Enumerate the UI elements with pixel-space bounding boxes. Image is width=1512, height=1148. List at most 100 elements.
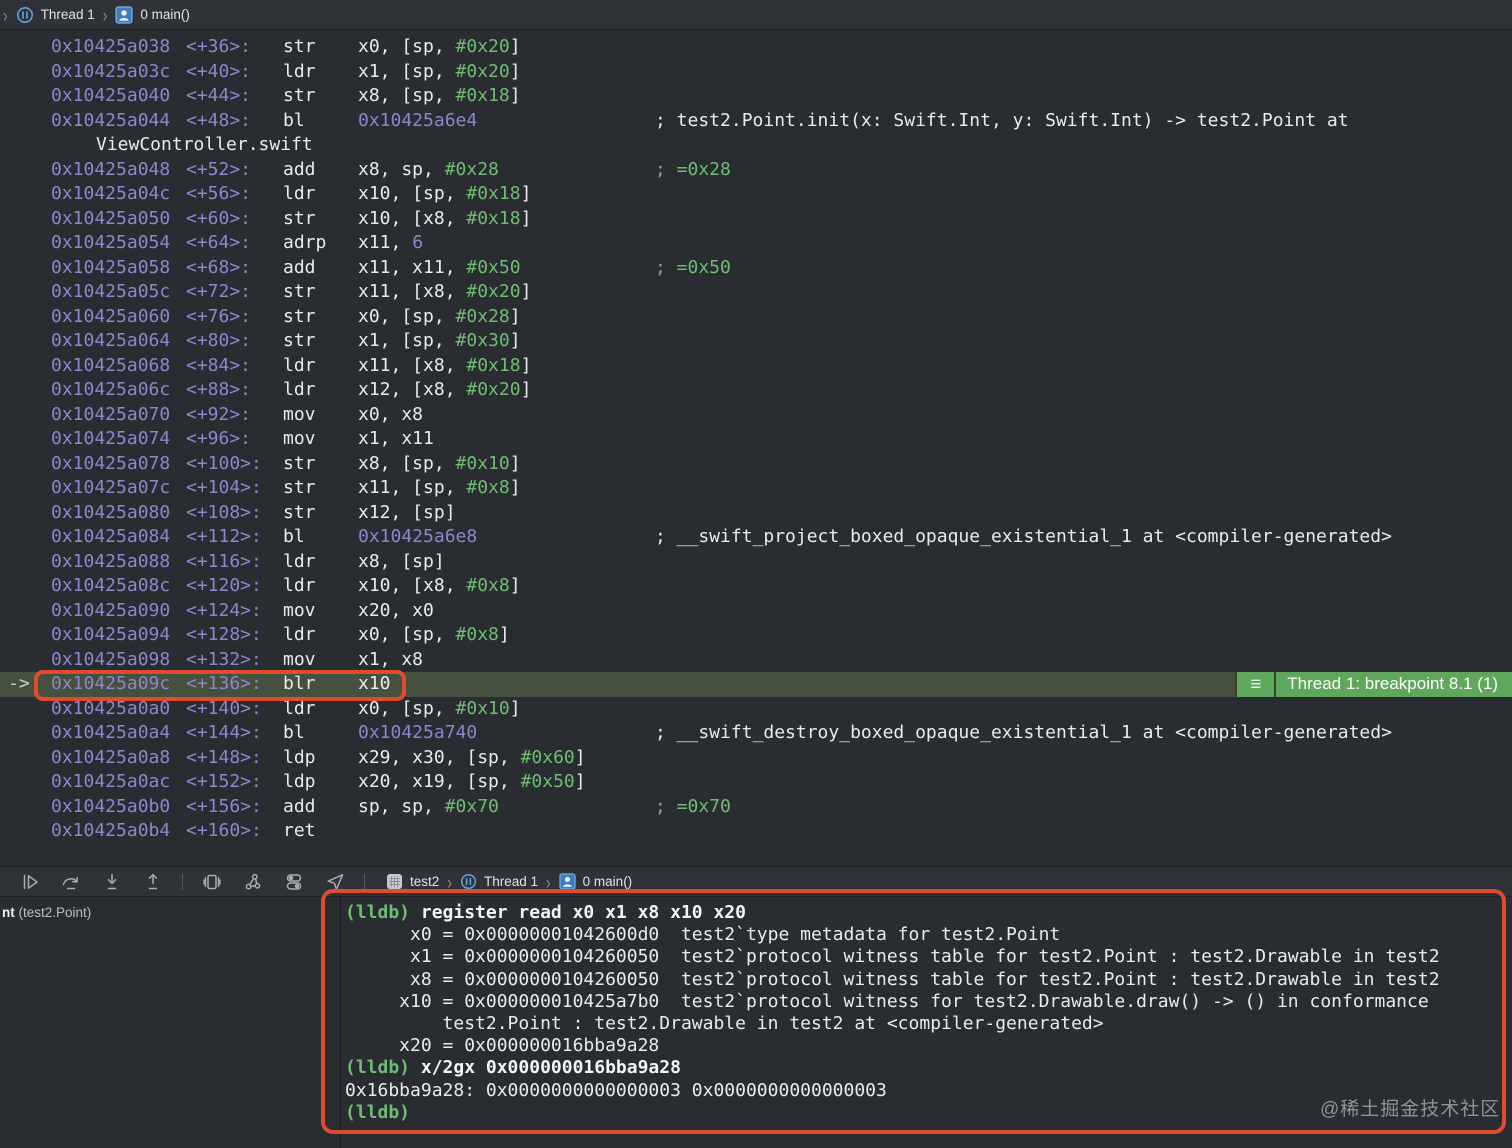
asm-line[interactable]: 0x10425a0ac <+152>: ldp x20, x19, [sp, #0x5… (0, 770, 1512, 795)
instruction-pointer-marker (0, 182, 51, 207)
instruction-pointer-marker (0, 697, 51, 722)
asm-offset: <+80>: (186, 330, 252, 351)
instruction-pointer-marker: -> (8, 673, 30, 694)
asm-line[interactable]: 0x10425a0b4 <+160>: ret (0, 819, 1512, 844)
asm-address: 0x10425a09c (51, 673, 171, 694)
lldb-prompt: (lldb) (345, 1057, 421, 1079)
asm-line[interactable]: 0x10425a050 <+60>: str x10, [x8, #0x18] (0, 207, 1512, 232)
asm-mnemonic: ldp (283, 746, 316, 768)
asm-address: 0x10425a054 (51, 232, 171, 253)
instruction-pointer-marker (0, 231, 51, 256)
asm-line[interactable]: 0x10425a080 <+108>: str x12, [sp] (0, 501, 1512, 526)
code-token: #0x60 (520, 746, 575, 768)
debug-crumb-thread[interactable]: Thread 1 (484, 874, 538, 889)
asm-comment (655, 207, 1512, 232)
asm-line[interactable]: 0x10425a08c <+120>: ldr x10, [x8, #0x8] (0, 574, 1512, 599)
code-token: x10, [x8, (358, 207, 467, 229)
asm-line[interactable]: 0x10425a0b0 <+156>: add sp, sp, #0x70; =0x7… (0, 795, 1512, 820)
step-out-icon[interactable] (141, 870, 165, 894)
variable-row[interactable]: nt (test2.Point) (0, 897, 340, 920)
asm-address: 0x10425a060 (51, 305, 171, 327)
asm-address: 0x10425a03c (51, 60, 171, 82)
code-token: x0, [sp, (358, 697, 456, 719)
asm-operands: x11, x11, #0x50 (358, 256, 655, 281)
asm-line[interactable]: 0x10425a068 <+84>: ldr x11, [x8, #0x18] (0, 354, 1512, 379)
asm-line[interactable]: 0x10425a040 <+44>: str x8, [sp, #0x18] (0, 84, 1512, 109)
asm-line[interactable]: 0x10425a038 <+36>: str x0, [sp, #0x20] (0, 35, 1512, 60)
instruction-pointer-marker (0, 354, 51, 379)
asm-mnemonic: str (283, 305, 316, 327)
asm-line[interactable]: 0x10425a070 <+92>: mov x0, x8 (0, 403, 1512, 428)
continue-icon[interactable] (18, 870, 42, 894)
jump-bar-thread[interactable]: Thread 1 (41, 7, 95, 22)
asm-wrap-line[interactable]: ViewController.swift (0, 133, 1512, 158)
instruction-pointer-marker (0, 60, 51, 85)
code-token: ] (509, 305, 521, 327)
code-token: ] (509, 575, 521, 596)
asm-offset: <+128>: (186, 624, 262, 645)
step-over-icon[interactable] (59, 870, 83, 894)
asm-comment (655, 329, 1512, 354)
asm-line[interactable]: 0x10425a048 <+52>: add x8, sp, #0x28; =0x28 (0, 158, 1512, 183)
asm-line[interactable]: 0x10425a04c <+56>: ldr x10, [sp, #0x18] (0, 182, 1512, 207)
asm-offset: <+84>: (186, 354, 252, 376)
asm-mnemonic: str (283, 452, 316, 474)
asm-comment (655, 770, 1512, 795)
asm-line[interactable]: 0x10425a084 <+112>: bl 0x10425a6e8 ; __swift… (0, 525, 1512, 550)
asm-line[interactable]: 0x10425a094 <+128>: ldr x0, [sp, #0x8] (0, 623, 1512, 648)
debug-crumb-app[interactable]: test2 (410, 874, 439, 889)
code-token: x10, [x8, (358, 575, 467, 596)
debug-jump-bar: test2 › Thread 1 › 0 main() (386, 870, 633, 893)
asm-line[interactable]: 0x10425a06c <+88>: ldr x12, [x8, #0x20] (0, 378, 1512, 403)
asm-comment: ; =0x50 (655, 256, 1512, 281)
asm-line[interactable]: 0x10425a074 <+96>: mov x1, x11 (0, 427, 1512, 452)
asm-line[interactable]: 0x10425a0a0 <+140>: ldr x0, [sp, #0x10] (0, 697, 1512, 722)
simulate-location-icon[interactable] (323, 870, 347, 894)
asm-offset: <+52>: (186, 158, 252, 180)
step-into-icon[interactable] (100, 870, 124, 894)
asm-line[interactable]: 0x10425a0a4 <+144>: bl 0x10425a740 ; __swift… (0, 721, 1512, 746)
asm-comment (655, 819, 1512, 844)
asm-line[interactable]: 0x10425a098 <+132>: mov x1, x8 (0, 648, 1512, 673)
code-token: x8, [sp, (358, 85, 456, 106)
disassembly-view[interactable]: 0x10425a038 <+36>: str x0, [sp, #0x20] 0x104… (0, 30, 1512, 866)
code-token: x0, [sp, (358, 305, 456, 327)
asm-offset: <+156>: (186, 795, 262, 817)
instruction-pointer-marker (0, 476, 51, 501)
asm-address: 0x10425a090 (51, 599, 171, 621)
asm-line[interactable]: 0x10425a060 <+76>: str x0, [sp, #0x28] (0, 305, 1512, 330)
memory-graph-icon[interactable] (241, 870, 265, 894)
asm-comment (655, 35, 1512, 60)
asm-mnemonic: ldr (283, 379, 316, 400)
asm-line[interactable]: 0x10425a054 <+64>: adrp x11, 6 (0, 231, 1512, 256)
asm-line[interactable]: 0x10425a05c <+72>: str x11, [x8, #0x20] (0, 280, 1512, 305)
asm-mnemonic: bl (283, 526, 305, 547)
debug-crumb-frame[interactable]: 0 main() (583, 874, 633, 889)
asm-line[interactable]: 0x10425a090 <+124>: mov x20, x0 (0, 599, 1512, 624)
asm-line[interactable]: 0x10425a07c <+104>: str x11, [sp, #0x8] (0, 476, 1512, 501)
asm-address: 0x10425a064 (51, 330, 171, 351)
environment-overrides-icon[interactable] (282, 870, 306, 894)
asm-mnemonic: ldr (283, 354, 316, 376)
asm-line-current[interactable]: -> 0x10425a09c <+136>: blr x10 ≡ Thread 1: bre… (0, 672, 1512, 697)
asm-address: 0x10425a074 (51, 428, 171, 449)
asm-comment: ; __swift_destroy_boxed_opaque_existenti… (655, 721, 1512, 746)
breakpoint-menu-button[interactable]: ≡ (1235, 672, 1277, 697)
asm-line[interactable]: 0x10425a088 <+116>: ldr x8, [sp] (0, 550, 1512, 575)
asm-comment (655, 501, 1512, 526)
asm-line[interactable]: 0x10425a058 <+68>: add x11, x11, #0x50; =0x… (0, 256, 1512, 281)
asm-line[interactable]: 0x10425a03c <+40>: ldr x1, [sp, #0x20] (0, 60, 1512, 85)
code-token: ] (574, 771, 586, 792)
asm-line[interactable]: 0x10425a044 <+48>: bl 0x10425a6e4 ; test2.Po… (0, 109, 1512, 134)
asm-line[interactable]: 0x10425a0a8 <+148>: ldp x29, x30, [sp, #0x6… (0, 746, 1512, 771)
source-jump-bar: › Thread 1 › 0 main() (0, 0, 1512, 30)
view-hierarchy-icon[interactable] (200, 870, 224, 894)
code-token: #0x10 (455, 452, 510, 474)
asm-mnemonic: ldr (283, 697, 316, 719)
code-token: ] (509, 452, 521, 474)
instruction-pointer-marker (0, 795, 51, 820)
asm-operands: x11, 6 (358, 231, 655, 256)
asm-line[interactable]: 0x10425a078 <+100>: str x8, [sp, #0x10] (0, 452, 1512, 477)
jump-bar-frame[interactable]: 0 main() (140, 7, 190, 22)
asm-line[interactable]: 0x10425a064 <+80>: str x1, [sp, #0x30] (0, 329, 1512, 354)
